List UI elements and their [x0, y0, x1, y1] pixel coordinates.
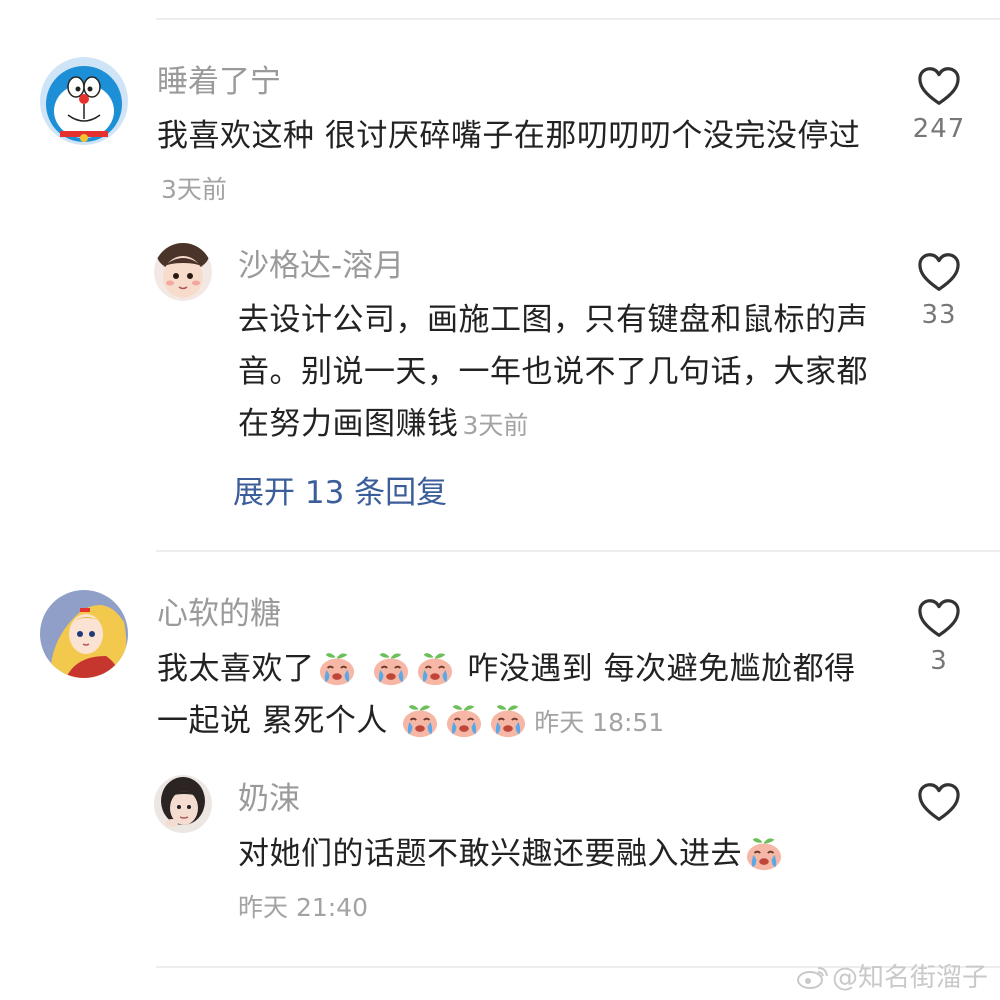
like-button[interactable]: 247 — [909, 66, 969, 144]
comment-timestamp: 3天前 — [161, 175, 227, 204]
girl-photo-avatar[interactable] — [154, 775, 212, 833]
comment-text: 我太喜欢了 咋没遇到 每次避免尴尬都得一起说 累死个人 昨天 18:51 — [157, 643, 877, 749]
reply-text: 去设计公司，画施工图，只有键盘和鼠标的声音。别说一天，一年也说不了几句话，大家都… — [238, 294, 878, 452]
watermark: @知名街溜子 — [796, 957, 988, 994]
crying-peach-emoji — [487, 701, 529, 739]
comment-divider — [156, 550, 1000, 552]
top-divider — [156, 18, 1000, 20]
like-count: 3 — [930, 646, 948, 676]
comment-text: 我喜欢这种 很讨厌碎嘴子在那叨叨叨个没完没停过 3天前 — [157, 110, 877, 216]
reply-timestamp: 昨天 21:40 — [238, 893, 368, 922]
reply-like-button[interactable] — [909, 782, 969, 822]
heart-icon — [917, 66, 961, 106]
comment-body: 我喜欢这种 很讨厌碎嘴子在那叨叨叨个没完没停过 — [157, 118, 861, 154]
crying-peach-emoji — [414, 649, 456, 687]
weibo-logo-icon — [796, 967, 828, 989]
expand-replies-link[interactable]: 展开 13 条回复 — [233, 473, 447, 513]
cute-girl-avatar[interactable] — [154, 243, 212, 301]
watermark-text: @知名街溜子 — [831, 963, 988, 993]
heart-icon — [917, 598, 961, 638]
anime-girl-avatar[interactable] — [40, 590, 128, 678]
doraemon-avatar[interactable] — [40, 57, 128, 145]
crying-peach-emoji — [370, 649, 412, 687]
like-button[interactable]: 3 — [909, 598, 969, 676]
heart-icon — [917, 252, 961, 292]
like-count: 247 — [912, 114, 966, 144]
crying-peach-emoji — [316, 649, 358, 687]
comment-username[interactable]: 睡着了宁 — [157, 62, 281, 102]
reply-body: 去设计公司，画施工图，只有键盘和鼠标的声音。别说一天，一年也说不了几句话，大家都… — [238, 302, 868, 442]
reply-timestamp: 3天前 — [462, 411, 529, 440]
crying-peach-emoji — [443, 701, 485, 739]
like-count: 33 — [921, 300, 957, 330]
reply-text: 对她们的话题不敢兴趣还要融入进去 — [238, 828, 878, 880]
crying-peach-emoji — [399, 701, 441, 739]
comment-timestamp: 昨天 18:51 — [534, 708, 665, 737]
reply-body: 对她们的话题不敢兴趣还要融入进去 — [238, 836, 742, 872]
reply-like-button[interactable]: 33 — [909, 252, 969, 330]
crying-peach-emoji — [743, 834, 785, 872]
heart-icon — [917, 782, 961, 822]
comment-body-part1: 我太喜欢了 — [157, 651, 315, 687]
comment-username[interactable]: 心软的糖 — [157, 594, 281, 634]
reply-username[interactable]: 沙格达-溶月 — [238, 246, 404, 286]
reply-username[interactable]: 奶涑 — [238, 779, 300, 819]
